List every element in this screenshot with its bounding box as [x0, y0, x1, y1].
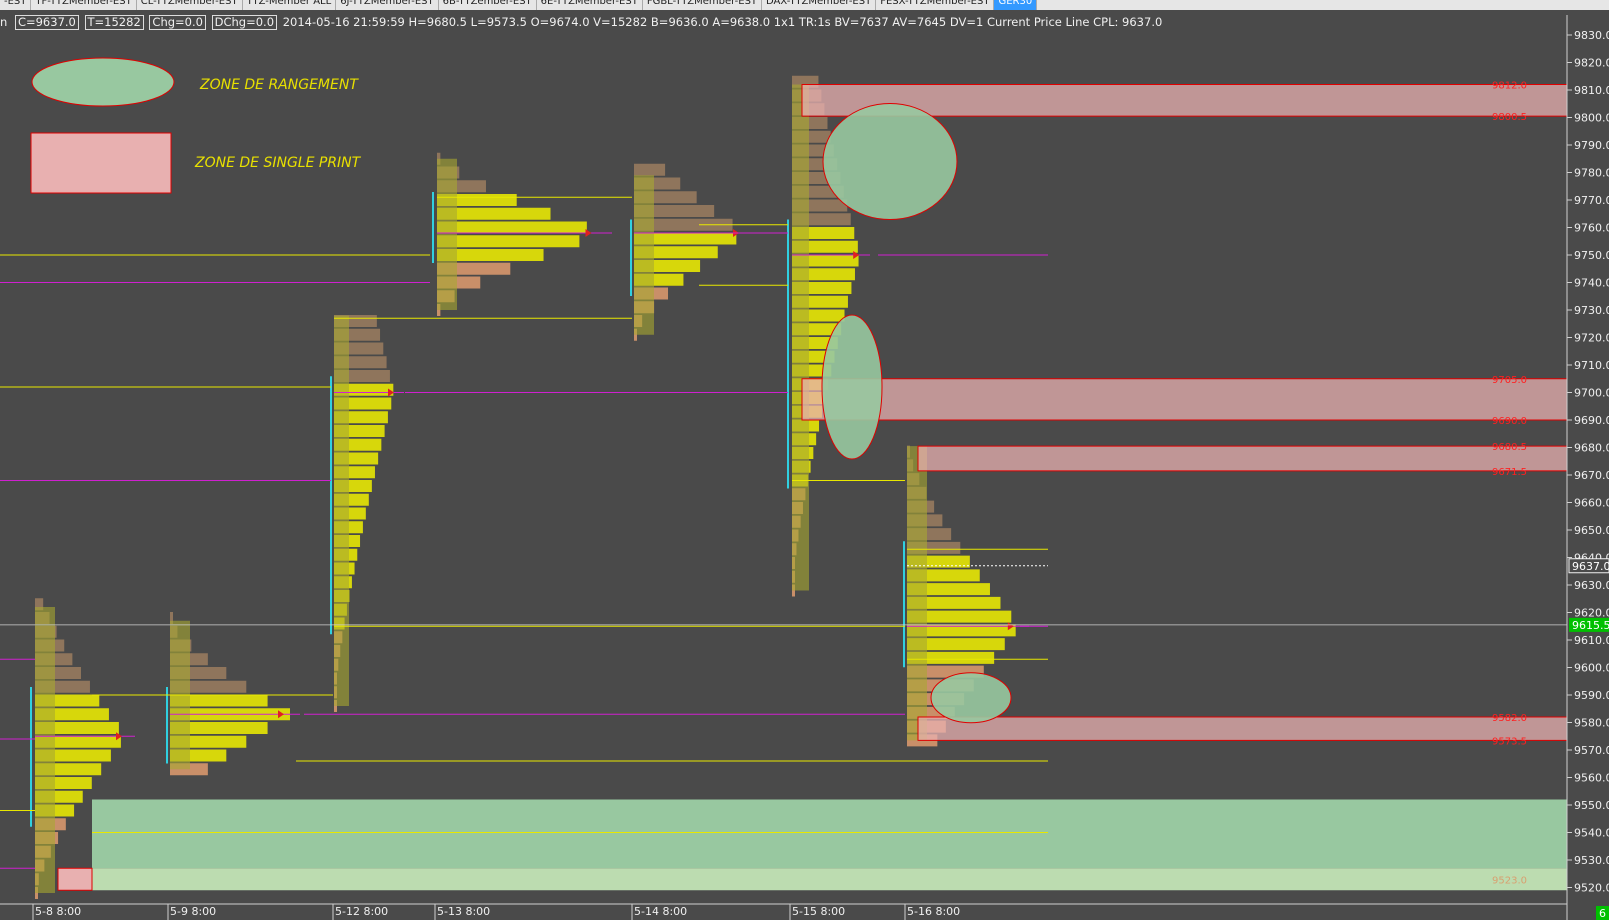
time-label: 5-15 8:00: [792, 905, 845, 918]
price-axis[interactable]: 9830.0 9820.0 9810.0 9800.0 9790.0 9780.0 9770…: [1566, 15, 1609, 920]
price-tick-label: 9800.0: [1574, 112, 1609, 125]
price-tick-label: 9520.0: [1574, 882, 1609, 895]
price-tick-label: 9650.0: [1574, 524, 1609, 537]
price-tick-label: 9550.0: [1574, 799, 1609, 812]
profile-core: [334, 315, 349, 706]
price-tick-label: 9600.0: [1574, 662, 1609, 675]
range-zone-ellipse-3: [930, 672, 1012, 724]
zone-price-label: 9671.5: [1492, 467, 1527, 478]
price-tick-label: 9720.0: [1574, 332, 1609, 345]
close-marker: [585, 229, 592, 237]
price-tick-label: 9630.0: [1574, 579, 1609, 592]
zone-price-label: 9705.0: [1492, 375, 1527, 386]
profile-3: [330, 315, 404, 712]
legend: ZONE DE RANGEMENT ZONE DE SINGLE PRINT: [30, 57, 362, 194]
range-zone-ellipse-2: [821, 314, 883, 460]
single-print-zone-2: [801, 378, 1568, 421]
price-tick-label: 9770.0: [1574, 194, 1609, 207]
zone-price-label: 9690.0: [1492, 416, 1527, 427]
legend-single-print-label: ZONE DE SINGLE PRINT: [194, 155, 362, 171]
price-tick-label: 9740.0: [1574, 277, 1609, 290]
price-tick-label: 9560.0: [1574, 772, 1609, 785]
profile-core: [792, 84, 809, 591]
profile-row: [634, 163, 666, 176]
time-axis[interactable]: 5-8 8:00 5-9 8:00 5-12 8:00 5-13 8:00 5-14 8…: [0, 903, 1567, 920]
market-profile-chart[interactable]: 9812.0 9800.5 9705.0 9690.0 9680.5 9671.5 9582…: [0, 0, 1609, 920]
legend-range-label: ZONE DE RANGEMENT: [199, 77, 359, 93]
range-zone-bottom: [92, 799, 1567, 869]
profile-core: [634, 175, 654, 335]
range-zone-ellipse-1: [822, 103, 958, 220]
price-tick-label: 9830.0: [1574, 29, 1609, 42]
single-print-zone-bottom: [57, 867, 93, 891]
zone-price-label: 9800.5: [1492, 112, 1527, 123]
price-tick-label: 9790.0: [1574, 139, 1609, 152]
legend-single-print-swatch: [30, 132, 172, 194]
price-tick-label: 9660.0: [1574, 497, 1609, 510]
price-tick-label: 9760.0: [1574, 222, 1609, 235]
price-tick-label: 9620.0: [1574, 607, 1609, 620]
price-tick-label: 9690.0: [1574, 414, 1609, 427]
price-tick-label: 9710.0: [1574, 359, 1609, 372]
price-tick-label: 9530.0: [1574, 854, 1609, 867]
single-print-zone-3: [917, 445, 1568, 472]
time-label: 5-8 8:00: [35, 905, 81, 918]
time-label: 5-9 8:00: [170, 905, 216, 918]
price-tick-label: 9670.0: [1574, 469, 1609, 482]
price-tick-label: 9540.0: [1574, 827, 1609, 840]
price-tick-label: 9750.0: [1574, 249, 1609, 262]
zone-price-label: 9573.5: [1492, 736, 1527, 747]
profile-2: [166, 612, 300, 776]
profile-core: [437, 158, 457, 310]
profile-core: [35, 607, 55, 893]
zone-price-label: 9582.0: [1492, 713, 1527, 724]
price-tick-label: 9820.0: [1574, 57, 1609, 70]
time-label: 5-12 8:00: [335, 905, 388, 918]
current-price-label: 9637.0: [1572, 560, 1609, 573]
price-tick-label: 9680.0: [1574, 442, 1609, 455]
profile-row: [437, 235, 580, 248]
price-tick-label: 9580.0: [1574, 717, 1609, 730]
corner-badge-label: 6: [1599, 907, 1606, 920]
legend-range-swatch: [31, 57, 175, 107]
price-tick-label: 9610.0: [1574, 634, 1609, 647]
zone-price-label: 9812.0: [1492, 81, 1527, 92]
marker-price-label: 9615.5: [1572, 619, 1609, 632]
price-tick-label: 9570.0: [1574, 744, 1609, 757]
price-tick-label: 9730.0: [1574, 304, 1609, 317]
zone-price-label: 9680.5: [1492, 442, 1527, 453]
profile-4: [432, 152, 612, 316]
profile-5: [630, 163, 754, 341]
zones-layer: [57, 799, 1567, 891]
price-tick-label: 9780.0: [1574, 167, 1609, 180]
time-label: 5-13 8:00: [437, 905, 490, 918]
single-print-zone-4: [917, 716, 1568, 741]
levels-layer: [0, 196, 1567, 869]
time-label: 5-16 8:00: [907, 905, 960, 918]
price-tick-label: 9810.0: [1574, 84, 1609, 97]
profile-core: [907, 446, 927, 741]
price-tick-label: 9590.0: [1574, 689, 1609, 702]
zone-price-label: 9523.0: [1492, 875, 1527, 886]
range-zone-bottom-lower: [92, 868, 1567, 891]
time-label: 5-14 8:00: [634, 905, 687, 918]
price-tick-label: 9700.0: [1574, 387, 1609, 400]
profile-row: [437, 221, 587, 234]
